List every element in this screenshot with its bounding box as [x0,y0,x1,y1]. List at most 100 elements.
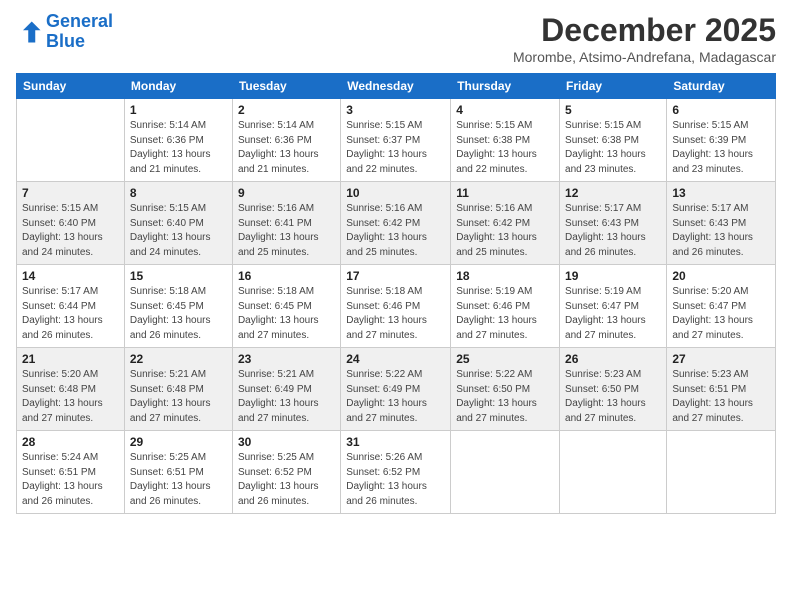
table-row [451,431,560,514]
title-block: December 2025 Morombe, Atsimo-Andrefana,… [513,12,776,65]
day-number: 31 [346,435,445,449]
table-row: 30 Sunrise: 5:25 AM Sunset: 6:52 PM Dayli… [232,431,340,514]
table-row: 21 Sunrise: 5:20 AM Sunset: 6:48 PM Dayli… [17,348,125,431]
table-row: 26 Sunrise: 5:23 AM Sunset: 6:50 PM Dayli… [560,348,667,431]
day-number: 18 [456,269,554,283]
day-info: Sunrise: 5:15 AM Sunset: 6:40 PM Dayligh… [130,202,227,260]
calendar-week-row: 14 Sunrise: 5:17 AM Sunset: 6:44 PM Dayli… [17,265,776,348]
table-row: 22 Sunrise: 5:21 AM Sunset: 6:48 PM Dayli… [124,348,232,431]
table-row: 14 Sunrise: 5:17 AM Sunset: 6:44 PM Dayli… [17,265,125,348]
logo: General Blue [16,12,113,52]
day-number: 5 [565,103,661,117]
logo-icon [16,18,44,46]
day-info: Sunrise: 5:17 AM Sunset: 6:44 PM Dayligh… [22,285,119,343]
day-number: 6 [672,103,770,117]
day-info: Sunrise: 5:16 AM Sunset: 6:42 PM Dayligh… [346,202,445,260]
day-info: Sunrise: 5:16 AM Sunset: 6:42 PM Dayligh… [456,202,554,260]
day-number: 8 [130,186,227,200]
day-info: Sunrise: 5:15 AM Sunset: 6:38 PM Dayligh… [565,119,661,177]
table-row: 12 Sunrise: 5:17 AM Sunset: 6:43 PM Dayli… [560,182,667,265]
day-info: Sunrise: 5:17 AM Sunset: 6:43 PM Dayligh… [565,202,661,260]
month-title: December 2025 [513,12,776,49]
day-info: Sunrise: 5:15 AM Sunset: 6:39 PM Dayligh… [672,119,770,177]
day-number: 7 [22,186,119,200]
day-number: 24 [346,352,445,366]
day-info: Sunrise: 5:15 AM Sunset: 6:37 PM Dayligh… [346,119,445,177]
day-number: 4 [456,103,554,117]
day-number: 21 [22,352,119,366]
day-number: 29 [130,435,227,449]
header: General Blue December 2025 Morombe, Atsi… [16,12,776,65]
day-number: 30 [238,435,335,449]
calendar-week-row: 7 Sunrise: 5:15 AM Sunset: 6:40 PM Daylig… [17,182,776,265]
calendar-table: Sunday Monday Tuesday Wednesday Thursday… [16,73,776,514]
calendar-header-row: Sunday Monday Tuesday Wednesday Thursday… [17,74,776,99]
col-thursday: Thursday [451,74,560,99]
day-number: 11 [456,186,554,200]
day-info: Sunrise: 5:19 AM Sunset: 6:46 PM Dayligh… [456,285,554,343]
day-info: Sunrise: 5:20 AM Sunset: 6:48 PM Dayligh… [22,368,119,426]
day-number: 15 [130,269,227,283]
table-row: 8 Sunrise: 5:15 AM Sunset: 6:40 PM Daylig… [124,182,232,265]
day-info: Sunrise: 5:21 AM Sunset: 6:48 PM Dayligh… [130,368,227,426]
table-row: 1 Sunrise: 5:14 AM Sunset: 6:36 PM Daylig… [124,99,232,182]
table-row: 10Sunrise: 5:16 AM Sunset: 6:42 PM Dayli… [341,182,451,265]
calendar-week-row: 1 Sunrise: 5:14 AM Sunset: 6:36 PM Daylig… [17,99,776,182]
table-row: 27Sunrise: 5:23 AM Sunset: 6:51 PM Dayli… [667,348,776,431]
col-monday: Monday [124,74,232,99]
day-info: Sunrise: 5:17 AM Sunset: 6:43 PM Dayligh… [672,202,770,260]
day-number: 28 [22,435,119,449]
day-number: 23 [238,352,335,366]
table-row: 19Sunrise: 5:19 AM Sunset: 6:47 PM Dayli… [560,265,667,348]
table-row: 3 Sunrise: 5:15 AM Sunset: 6:37 PM Daylig… [341,99,451,182]
day-info: Sunrise: 5:18 AM Sunset: 6:46 PM Dayligh… [346,285,445,343]
table-row: 5 Sunrise: 5:15 AM Sunset: 6:38 PM Daylig… [560,99,667,182]
col-tuesday: Tuesday [232,74,340,99]
day-info: Sunrise: 5:15 AM Sunset: 6:40 PM Dayligh… [22,202,119,260]
table-row: 13Sunrise: 5:17 AM Sunset: 6:43 PM Dayli… [667,182,776,265]
table-row: 20Sunrise: 5:20 AM Sunset: 6:47 PM Dayli… [667,265,776,348]
calendar-week-row: 21 Sunrise: 5:20 AM Sunset: 6:48 PM Dayli… [17,348,776,431]
col-sunday: Sunday [17,74,125,99]
day-number: 12 [565,186,661,200]
table-row: 23 Sunrise: 5:21 AM Sunset: 6:49 PM Dayli… [232,348,340,431]
day-number: 3 [346,103,445,117]
day-number: 27 [672,352,770,366]
day-number: 2 [238,103,335,117]
day-info: Sunrise: 5:25 AM Sunset: 6:52 PM Dayligh… [238,451,335,509]
page: General Blue December 2025 Morombe, Atsi… [0,0,792,612]
day-number: 1 [130,103,227,117]
day-number: 9 [238,186,335,200]
calendar-week-row: 28Sunrise: 5:24 AM Sunset: 6:51 PM Dayli… [17,431,776,514]
day-info: Sunrise: 5:16 AM Sunset: 6:41 PM Dayligh… [238,202,335,260]
day-number: 22 [130,352,227,366]
logo-text-line1: General [46,12,113,32]
logo-text-line2: Blue [46,32,113,52]
day-info: Sunrise: 5:20 AM Sunset: 6:47 PM Dayligh… [672,285,770,343]
col-wednesday: Wednesday [341,74,451,99]
table-row: 6 Sunrise: 5:15 AM Sunset: 6:39 PM Daylig… [667,99,776,182]
day-number: 26 [565,352,661,366]
location-title: Morombe, Atsimo-Andrefana, Madagascar [513,49,776,65]
day-info: Sunrise: 5:14 AM Sunset: 6:36 PM Dayligh… [130,119,227,177]
day-info: Sunrise: 5:18 AM Sunset: 6:45 PM Dayligh… [238,285,335,343]
day-info: Sunrise: 5:22 AM Sunset: 6:50 PM Dayligh… [456,368,554,426]
table-row: 28Sunrise: 5:24 AM Sunset: 6:51 PM Dayli… [17,431,125,514]
day-info: Sunrise: 5:25 AM Sunset: 6:51 PM Dayligh… [130,451,227,509]
table-row: 15Sunrise: 5:18 AM Sunset: 6:45 PM Dayli… [124,265,232,348]
table-row [667,431,776,514]
day-info: Sunrise: 5:19 AM Sunset: 6:47 PM Dayligh… [565,285,661,343]
day-info: Sunrise: 5:23 AM Sunset: 6:50 PM Dayligh… [565,368,661,426]
table-row: 9 Sunrise: 5:16 AM Sunset: 6:41 PM Daylig… [232,182,340,265]
day-number: 14 [22,269,119,283]
table-row: 17Sunrise: 5:18 AM Sunset: 6:46 PM Dayli… [341,265,451,348]
day-info: Sunrise: 5:14 AM Sunset: 6:36 PM Dayligh… [238,119,335,177]
table-row: 16Sunrise: 5:18 AM Sunset: 6:45 PM Dayli… [232,265,340,348]
table-row: 24 Sunrise: 5:22 AM Sunset: 6:49 PM Dayli… [341,348,451,431]
table-row: 31Sunrise: 5:26 AM Sunset: 6:52 PM Dayli… [341,431,451,514]
day-info: Sunrise: 5:15 AM Sunset: 6:38 PM Dayligh… [456,119,554,177]
day-info: Sunrise: 5:21 AM Sunset: 6:49 PM Dayligh… [238,368,335,426]
table-row: 25Sunrise: 5:22 AM Sunset: 6:50 PM Dayli… [451,348,560,431]
day-info: Sunrise: 5:22 AM Sunset: 6:49 PM Dayligh… [346,368,445,426]
table-row: 4 Sunrise: 5:15 AM Sunset: 6:38 PM Daylig… [451,99,560,182]
